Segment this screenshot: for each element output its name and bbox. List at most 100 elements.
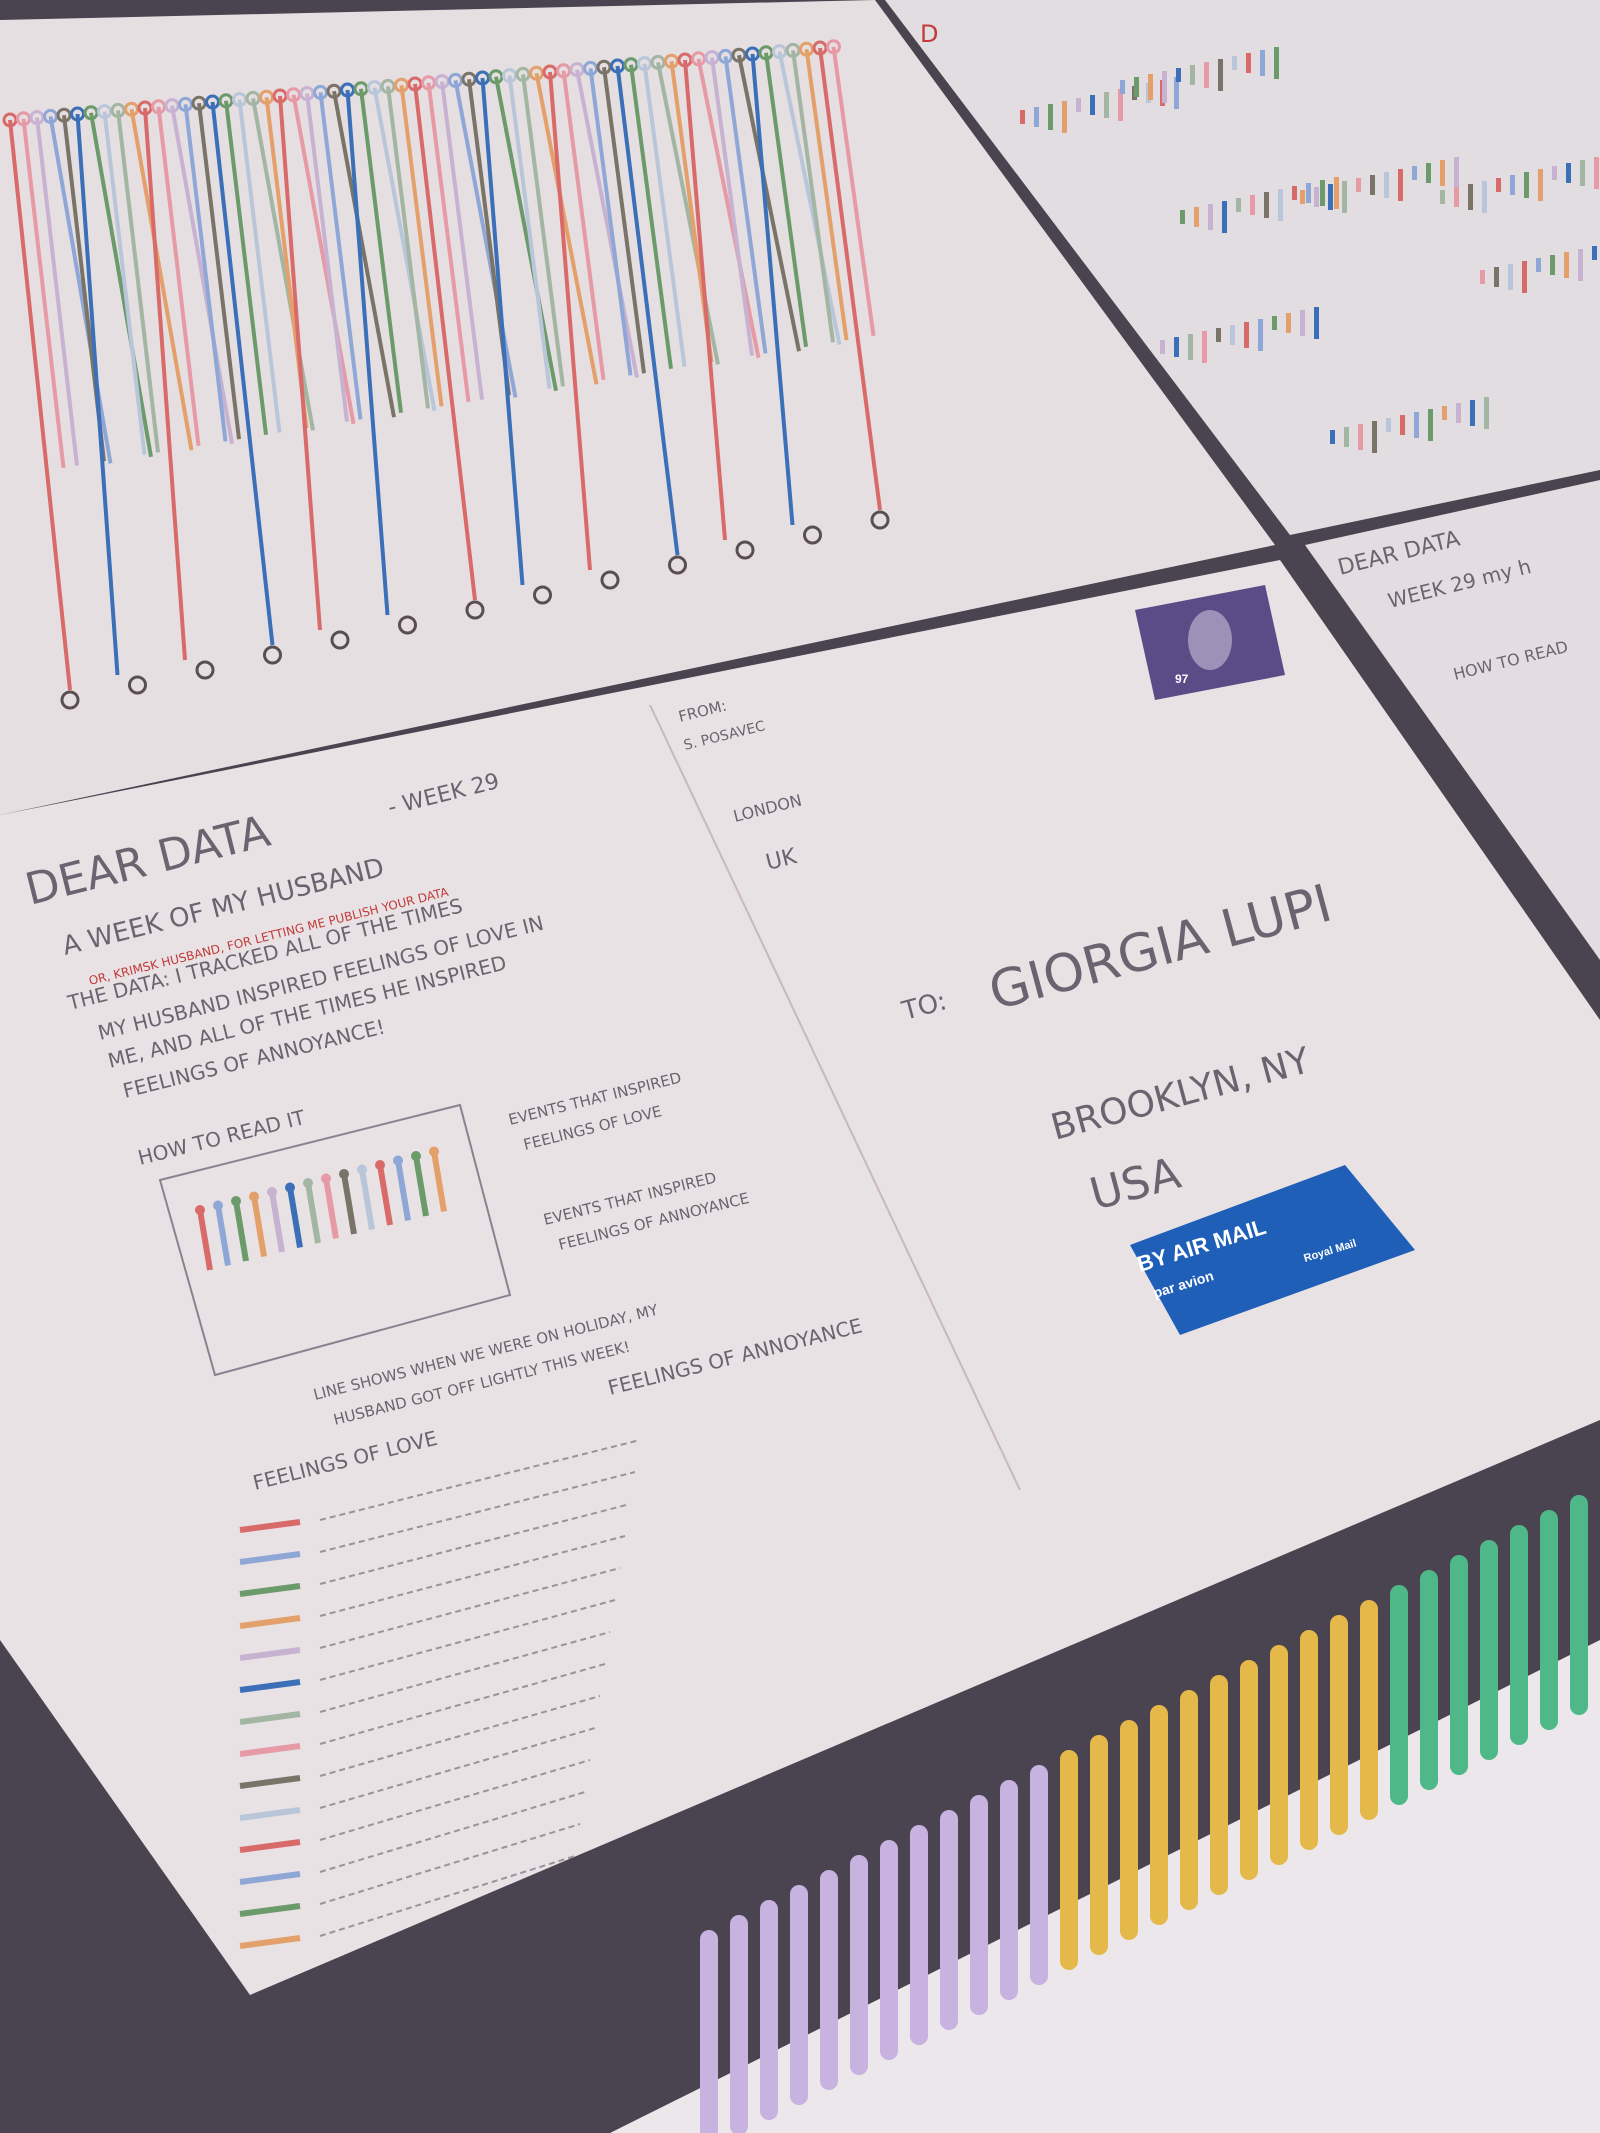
topright-mark [1232, 56, 1237, 70]
topright-mark [1020, 110, 1025, 124]
bottom-bar [1150, 1705, 1168, 1925]
topright-mark [1358, 424, 1363, 450]
topright-mark [1508, 264, 1513, 290]
topright-mark [1274, 47, 1279, 79]
topright-mark [1104, 92, 1109, 118]
topright-mark [1328, 184, 1333, 210]
topright-mark [1180, 210, 1185, 224]
bottom-bar [730, 1915, 748, 2133]
topright-mark [1494, 267, 1499, 287]
legend-string-head [213, 1200, 223, 1211]
topright-mark [1286, 313, 1291, 333]
bottom-bar [1300, 1630, 1318, 1850]
topright-mark [1148, 74, 1153, 100]
topright-mark [1188, 334, 1193, 360]
topright-mark [1538, 169, 1543, 201]
bottom-bar [1270, 1645, 1288, 1865]
topright-mark [1300, 190, 1305, 204]
bottom-bar [1060, 1750, 1078, 1970]
bottom-bar [1510, 1525, 1528, 1745]
topright-mark [1456, 403, 1461, 423]
bottom-bar [790, 1885, 808, 2105]
topright-mark [1428, 409, 1433, 441]
topright-mark [1482, 181, 1487, 213]
topright-mark [1370, 175, 1375, 195]
topright-mark [1592, 246, 1597, 260]
topright-mark [1258, 319, 1263, 351]
legend-string-head [429, 1146, 439, 1157]
stamp-value: 97 [1175, 672, 1189, 686]
bottom-bar [1540, 1510, 1558, 1730]
topright-mark [1342, 181, 1347, 213]
topright-mark [1048, 104, 1053, 130]
topright-mark [1578, 249, 1583, 281]
card-letter: D [920, 20, 938, 48]
topright-mark [1510, 175, 1515, 195]
legend-string-head [411, 1151, 421, 1161]
topright-mark [1414, 412, 1419, 438]
topright-mark [1330, 430, 1335, 444]
bottom-bar [1030, 1765, 1048, 1985]
legend-string-head [195, 1205, 205, 1215]
topright-mark [1190, 65, 1195, 85]
topright-mark [1208, 204, 1213, 230]
legend-string-head [267, 1187, 277, 1197]
topright-mark [1384, 172, 1389, 198]
bottom-bar [1120, 1720, 1138, 1940]
bottom-bar [1090, 1735, 1108, 1955]
legend-string-head [231, 1196, 241, 1206]
bottom-bar [1240, 1660, 1258, 1880]
topright-mark [1454, 187, 1459, 207]
topright-mark [1176, 68, 1181, 82]
bottom-bar [880, 1840, 898, 2060]
topright-mark [1536, 258, 1541, 272]
topright-mark [1524, 172, 1529, 198]
bottom-bar [940, 1810, 958, 2030]
bottom-bar [1210, 1675, 1228, 1895]
topright-mark [1174, 337, 1179, 357]
bottom-bar [1420, 1570, 1438, 1790]
topright-mark [1222, 201, 1227, 233]
topright-mark [1204, 62, 1209, 88]
topright-mark [1076, 98, 1081, 112]
topright-mark [1236, 198, 1241, 212]
bottom-bar [700, 1930, 718, 2133]
topright-mark [1468, 184, 1473, 210]
topright-mark [1292, 186, 1297, 200]
topright-mark [1484, 397, 1489, 429]
topright-mark [1264, 192, 1269, 218]
legend-string-head [339, 1169, 349, 1179]
bottom-bar [910, 1825, 928, 2045]
topright-mark [1594, 157, 1599, 189]
bottom-bar [850, 1855, 868, 2075]
topright-mark [1564, 252, 1569, 278]
topright-mark [1522, 261, 1527, 293]
bottom-bar [1360, 1600, 1378, 1820]
topright-mark [1580, 160, 1585, 186]
topright-mark [1244, 322, 1249, 348]
legend-string-head [303, 1178, 313, 1188]
bottom-bar [1570, 1495, 1588, 1715]
topright-mark [1398, 169, 1403, 201]
topright-mark [1034, 107, 1039, 127]
topright-mark [1334, 177, 1339, 209]
topright-mark [1344, 427, 1349, 447]
legend-string-head [393, 1155, 403, 1166]
topright-mark [1440, 160, 1445, 186]
topright-mark [1454, 157, 1459, 189]
topright-mark [1550, 255, 1555, 275]
topright-mark [1426, 163, 1431, 183]
legend-string-head [285, 1182, 295, 1193]
topright-mark [1356, 178, 1361, 192]
topright-mark [1412, 166, 1417, 180]
topright-mark [1496, 178, 1501, 192]
bottom-bar [1480, 1540, 1498, 1760]
topright-mark [1218, 59, 1223, 91]
topright-mark [1090, 95, 1095, 115]
topright-mark [1120, 80, 1125, 94]
topright-mark [1250, 195, 1255, 215]
topright-mark [1216, 328, 1221, 342]
topright-mark [1134, 77, 1139, 97]
topright-mark [1306, 183, 1311, 203]
bottom-bar [1330, 1615, 1348, 1835]
